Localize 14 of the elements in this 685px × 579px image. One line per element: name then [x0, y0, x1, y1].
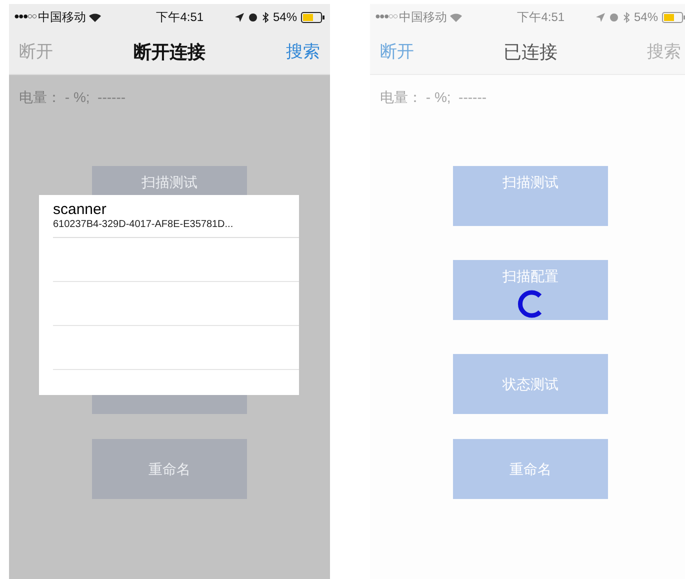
signal-strength: ●●●○○ — [375, 10, 398, 24]
battery-percentage: 54% — [272, 9, 297, 26]
signal-strength: ●●●○○ — [14, 10, 36, 24]
screen-title: 已连接 — [504, 40, 558, 64]
battery-info-text: 电量： - %; ------ — [379, 88, 488, 107]
device-uuid: 610237B4-329D-4017-AF8E-E35781D... — [53, 218, 234, 231]
carrier-name: 中国移动 — [38, 9, 86, 26]
battery-percentage: 54% — [634, 9, 658, 26]
device-name: scanner — [53, 202, 108, 218]
status-time: 下午4:51 — [516, 9, 566, 26]
battery-info-text: 电量： - %; ------ — [18, 88, 127, 107]
screen-title: 断开连接 — [134, 40, 206, 64]
carrier-name: 中国移动 — [399, 9, 448, 26]
status-time: 下午4:51 — [155, 9, 205, 26]
